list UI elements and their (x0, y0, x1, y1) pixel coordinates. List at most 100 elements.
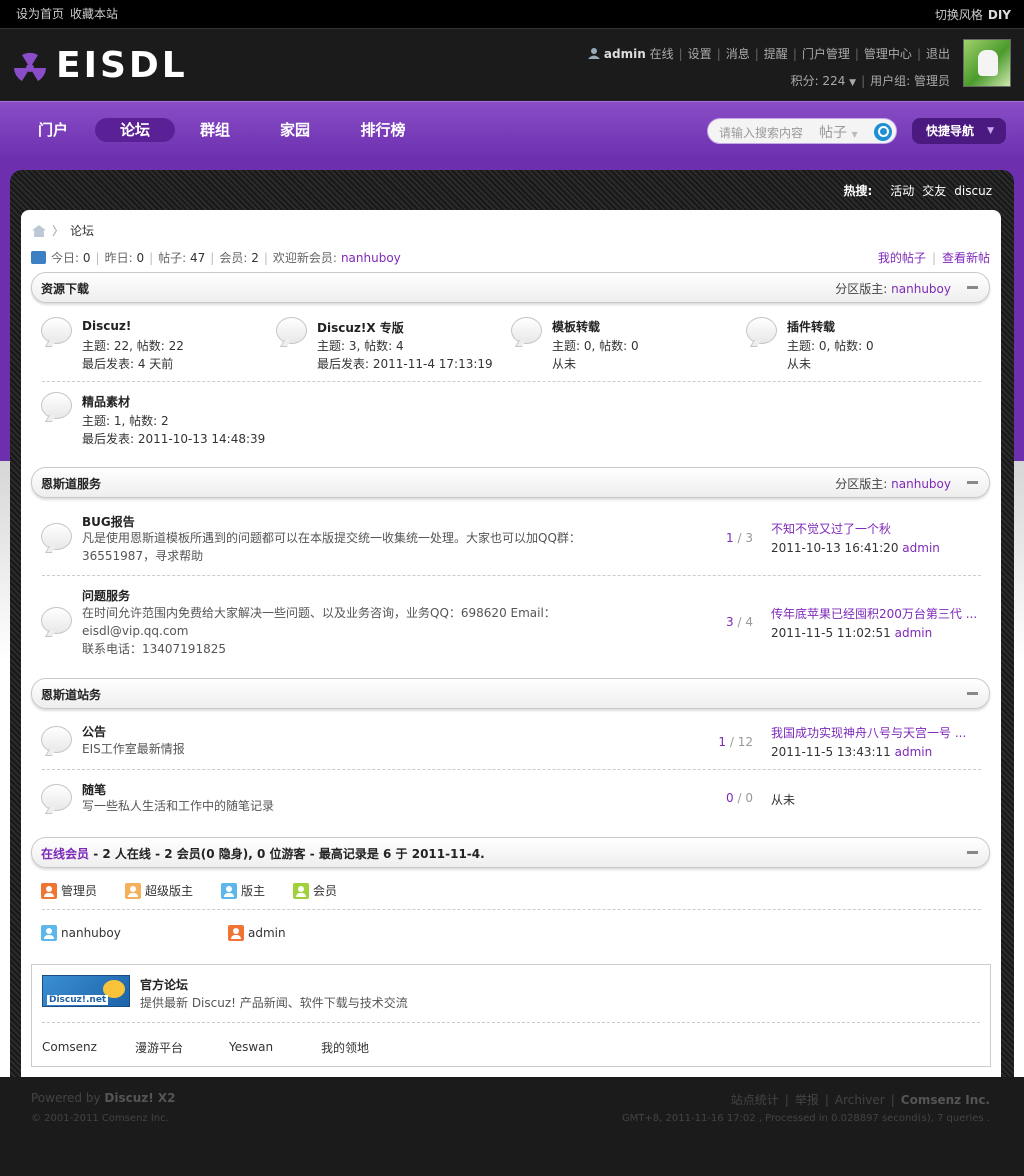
forum-name[interactable]: 问题服务 (82, 587, 130, 604)
forum-name[interactable]: 随笔 (82, 781, 106, 798)
nav-item-home[interactable]: 家园 (266, 118, 324, 142)
collapse-icon[interactable] (967, 851, 978, 854)
search-type-select[interactable]: 帖子 ▼ (819, 122, 858, 142)
text-link[interactable]: 我的领地 (321, 1039, 369, 1056)
divider (42, 575, 981, 576)
legend-admin: 管理员 (41, 882, 97, 899)
switch-style-link[interactable]: 切换风格 (935, 8, 983, 22)
forum-stats-line: 主题: 22, 帖数: 22 (82, 339, 184, 353)
archiver-link[interactable]: Archiver (835, 1093, 885, 1107)
last-post-date[interactable]: 2011-10-13 16:41:20 (771, 541, 898, 555)
admin-user-icon (228, 925, 244, 941)
my-posts-link[interactable]: 我的帖子 (878, 251, 926, 265)
forum-counts: 1 / 12 (718, 735, 753, 749)
moderator-user-icon (221, 883, 237, 899)
last-post-date[interactable]: 2011-11-5 11:02:51 (771, 626, 891, 640)
home-icon[interactable] (32, 225, 46, 237)
settings-link[interactable]: 设置 (688, 47, 712, 61)
nav-item-ranking[interactable]: 排行榜 (346, 118, 420, 142)
discuz-logo[interactable]: Discuz!.net (42, 975, 130, 1007)
category-title[interactable]: 资源下载 (41, 280, 89, 297)
forum-bubble-icon (511, 317, 542, 344)
last-post-title[interactable]: 传年底苹果已经囤积200万台第三代 ... (771, 605, 981, 622)
new-posts-link[interactable]: 查看新帖 (942, 251, 990, 265)
hot-item[interactable]: discuz (954, 184, 992, 198)
text-link[interactable]: 漫游平台 (135, 1039, 183, 1056)
online-status: 在线 (649, 47, 674, 61)
top-bar: 设为首页 收藏本站 切换风格 DIY (0, 0, 1024, 28)
text-link[interactable]: Comsenz (42, 1040, 97, 1054)
category-title[interactable]: 恩斯道服务 (41, 475, 101, 492)
username-link[interactable]: admin (604, 47, 646, 61)
last-post-never: 从未 (771, 793, 796, 807)
diy-link[interactable]: DIY (988, 8, 1011, 22)
forum-name[interactable]: BUG报告 (82, 513, 135, 530)
friend-link-desc: 提供最新 Discuz! 产品新闻、软件下载与技术交流 (140, 996, 408, 1010)
usergroup-link[interactable]: 用户组: 管理员 (870, 74, 950, 88)
stats-link[interactable]: 站点统计 (731, 1093, 779, 1107)
forum-last-post[interactable]: 最后发表: 2011-11-4 17:13:19 (317, 355, 493, 372)
forum-name[interactable]: 模板转载 (552, 318, 600, 335)
category-moderator: 分区版主: nanhuboy (835, 477, 951, 491)
report-link[interactable]: 举报 (795, 1093, 819, 1107)
hot-item[interactable]: 活动 (890, 184, 914, 198)
gmt-info: GMT+8, 2011-11-16 17:02 , Processed in 0… (621, 1113, 990, 1124)
product-link[interactable]: Discuz! X2 (104, 1091, 175, 1105)
new-member-link[interactable]: nanhuboy (341, 251, 401, 265)
collapse-icon[interactable] (967, 692, 978, 695)
moderator-link[interactable]: nanhuboy (891, 282, 951, 296)
forum-name[interactable]: 公告 (82, 723, 106, 740)
logout-link[interactable]: 退出 (926, 47, 950, 61)
collapse-icon[interactable] (967, 481, 978, 484)
forum-stats-line: 主题: 3, 帖数: 4 (317, 339, 404, 353)
collapse-icon[interactable] (967, 286, 978, 289)
quick-nav-button[interactable]: 快捷导航 ▼ (912, 118, 1006, 144)
forum-last-post[interactable]: 最后发表: 2011-10-13 14:48:39 (82, 430, 265, 447)
last-post-title[interactable]: 我国成功实现神舟八号与天宫一号 ... (771, 724, 981, 741)
forum-bubble-icon (41, 784, 72, 811)
forum-stats: 今日: 0 | 昨日: 0 | 帖子: 47 | 会员: 2 | 欢迎新会员: nanhuboy (31, 249, 401, 266)
forum-description: 凡是使用恩斯道模板所遇到的问题都可以在本版提交统一收集统一处理。大家也可以加QQ… (82, 531, 581, 563)
forum-name[interactable]: Discuz!X 专版 (317, 319, 404, 336)
last-post-author[interactable]: admin (895, 745, 933, 759)
search-icon[interactable] (874, 123, 892, 141)
moderator-link[interactable]: nanhuboy (891, 477, 951, 491)
forum-last-post[interactable]: 最后发表: 4 天前 (82, 355, 173, 372)
credits-link[interactable]: 积分: 224 (791, 74, 846, 88)
last-post-title[interactable]: 不知不觉又过了一个秋 (771, 520, 981, 537)
nav-item-portal[interactable]: 门户 (24, 118, 82, 142)
set-home-link[interactable]: 设为首页 (16, 7, 64, 21)
category-header: 资源下载 分区版主: nanhuboy (31, 272, 990, 303)
last-post-date[interactable]: 2011-11-5 13:43:11 (771, 745, 891, 759)
nav-item-forum[interactable]: 论坛 (95, 118, 175, 142)
hot-item[interactable]: 交友 (922, 184, 946, 198)
bookmark-link[interactable]: 收藏本站 (70, 7, 118, 21)
online-user[interactable]: nanhuboy (41, 925, 121, 941)
text-link[interactable]: Yeswan (229, 1040, 273, 1054)
copyright: © 2001-2011 Comsenz Inc. (31, 1113, 169, 1124)
notices-link[interactable]: 提醒 (764, 47, 788, 61)
online-members-link[interactable]: 在线会员 (41, 847, 89, 861)
friend-link-title[interactable]: 官方论坛 (140, 976, 188, 993)
comsenz-link[interactable]: Comsenz Inc. (901, 1093, 990, 1107)
chevron-down-icon[interactable]: ▼ (849, 78, 856, 88)
nav-item-group[interactable]: 群组 (186, 118, 244, 142)
forum-name[interactable]: 精品素材 (82, 393, 130, 410)
site-logo[interactable]: EISDL (12, 46, 188, 86)
forum-bubble-icon (41, 317, 72, 344)
online-user[interactable]: admin (228, 925, 286, 941)
logo-text: EISDL (56, 45, 188, 86)
admin-center-link[interactable]: 管理中心 (864, 47, 912, 61)
header: EISDL admin 在线 | 设置 | 消息 | 提醒 | 门户管理 | 管理中心 | 退出 积分:… (0, 28, 1024, 101)
last-post-author[interactable]: admin (895, 626, 933, 640)
forum-description: 写一些私人生活和工作中的随笔记录 (82, 799, 275, 813)
messages-link[interactable]: 消息 (726, 47, 750, 61)
portal-admin-link[interactable]: 门户管理 (802, 47, 850, 61)
category-title[interactable]: 恩斯道站务 (41, 686, 101, 703)
forum-name[interactable]: 插件转载 (787, 318, 835, 335)
last-post-author[interactable]: admin (902, 541, 940, 555)
avatar[interactable] (963, 39, 1011, 87)
search-input[interactable]: 请输入搜索内容 (719, 124, 803, 141)
forum-name[interactable]: Discuz! (82, 319, 131, 333)
company-link[interactable]: Comsenz Inc. (102, 1113, 169, 1124)
